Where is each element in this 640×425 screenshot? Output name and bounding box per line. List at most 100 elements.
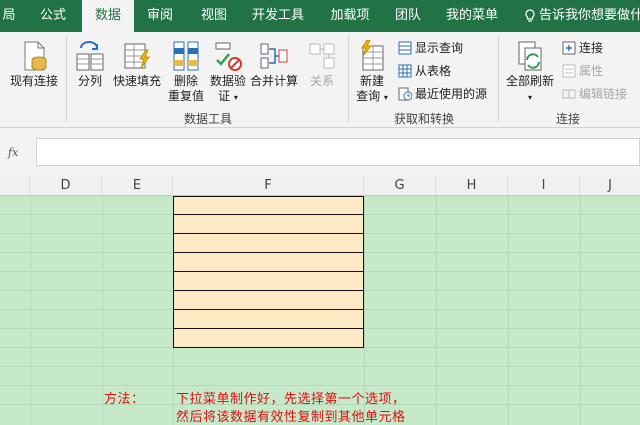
from-table-label: 从表格	[415, 64, 452, 78]
recent-sources-icon	[398, 87, 413, 101]
group-separator	[348, 36, 349, 122]
tab-formulas[interactable]: 公式	[30, 0, 76, 32]
existing-connections-button[interactable]: 现有连接	[8, 40, 60, 89]
consolidate-icon	[260, 43, 288, 69]
new-query-label-2: 查询	[356, 89, 381, 103]
tab-developer[interactable]: 开发工具	[246, 0, 310, 32]
column-header-e[interactable]: E	[102, 176, 173, 196]
table-cell-f3[interactable]	[173, 233, 364, 253]
show-queries-icon	[398, 41, 412, 55]
tab-data[interactable]: 数据	[82, 0, 134, 32]
connections-icon	[562, 41, 576, 55]
relationships-label: 关系	[309, 74, 334, 88]
grid-line	[30, 196, 31, 425]
refresh-all-button[interactable]: 全部刷新 ▾	[502, 40, 558, 105]
edit-links-button[interactable]: 编辑链接	[562, 86, 627, 102]
connections-button[interactable]: 连接	[562, 40, 603, 56]
refresh-all-label: 全部刷新	[505, 74, 554, 88]
recent-sources-button[interactable]: 最近使用的源	[398, 86, 487, 102]
refresh-icon	[518, 41, 542, 71]
table-cell-f7[interactable]	[173, 309, 364, 329]
column-header-d[interactable]: D	[30, 176, 102, 196]
flash-fill-button[interactable]: 快速填充	[110, 40, 164, 89]
properties-label: 属性	[579, 64, 604, 78]
table-cell-f8[interactable]	[173, 328, 364, 348]
chevron-down-icon: ▾	[383, 93, 388, 102]
consolidate-button[interactable]: 合并计算	[250, 40, 298, 89]
data-tools-group-label: 数据工具	[183, 112, 232, 126]
relationships-button[interactable]: 关系	[302, 40, 342, 89]
tell-me-text: 告诉我你想要做什	[539, 8, 640, 23]
remove-duplicates-label-1: 删除	[173, 74, 198, 88]
edit-links-label: 编辑链接	[579, 87, 628, 101]
new-query-button[interactable]: 新建 查询 ▾	[352, 40, 392, 105]
tab-team[interactable]: 团队	[388, 0, 428, 32]
text-to-columns-label: 分列	[77, 74, 102, 88]
connections-group-label: 连接	[555, 112, 580, 126]
data-validation-icon	[215, 42, 242, 71]
lightbulb-icon	[525, 8, 535, 22]
tab-view[interactable]: 视图	[194, 0, 234, 32]
show-queries-button[interactable]: 显示查询	[398, 40, 463, 56]
flash-fill-icon	[124, 43, 150, 69]
connections-label: 连接	[579, 41, 604, 55]
show-queries-label: 显示查询	[415, 41, 464, 55]
worksheet-grid[interactable]: 方法： 下拉菜单制作好，先选择第一个选项， 然后将该数据有效性复制到其他单元格	[0, 196, 640, 425]
data-validation-label-1: 数据验	[209, 74, 246, 88]
tab-review[interactable]: 审阅	[140, 0, 180, 32]
column-header-g[interactable]: G	[364, 176, 436, 196]
text-to-columns-button[interactable]: 分列	[72, 40, 108, 89]
column-header-i[interactable]: I	[508, 176, 580, 196]
tell-me-search[interactable]: 告诉我你想要做什	[524, 0, 640, 32]
consolidate-label: 合并计算	[250, 74, 299, 88]
table-cell-f5[interactable]	[173, 271, 364, 291]
text-to-columns-icon	[76, 41, 104, 71]
existing-connections-label: 现有连接	[9, 74, 58, 88]
ribbon-data: 现有连接 分列 快速填充 删除 重复值 数据验 证 ▾ 合并计算 关系 数据工具…	[0, 32, 640, 128]
data-validation-label-2: 证	[218, 89, 231, 103]
properties-button[interactable]: 属性	[562, 63, 603, 79]
formula-input[interactable]	[36, 138, 640, 166]
tab-page-layout[interactable]: 局	[0, 0, 18, 32]
from-table-button[interactable]: 从表格	[398, 63, 451, 79]
grid-line	[0, 366, 640, 367]
table-cell-f2[interactable]	[173, 214, 364, 234]
table-cell-f6[interactable]	[173, 290, 364, 310]
data-validation-button[interactable]: 数据验 证 ▾	[208, 40, 248, 105]
table-icon	[398, 64, 412, 78]
column-header-h[interactable]: H	[436, 176, 508, 196]
remove-duplicates-label-2: 重复值	[167, 89, 204, 103]
note-label: 方法：	[104, 392, 145, 407]
remove-duplicates-button[interactable]: 删除 重复值	[166, 40, 206, 104]
grid-line	[580, 196, 581, 425]
note-line-2: 然后将该数据有效性复制到其他单元格	[176, 410, 406, 425]
note-line-1: 下拉菜单制作好，先选择第一个选项，	[176, 392, 406, 407]
chevron-down-icon: ▾	[233, 93, 238, 102]
column-header-j[interactable]: J	[580, 176, 640, 196]
edit-links-icon	[562, 89, 576, 99]
grid-line	[102, 196, 103, 425]
remove-duplicates-icon	[173, 41, 199, 71]
relationships-icon	[309, 43, 335, 69]
recent-sources-label: 最近使用的源	[415, 87, 488, 101]
existing-connections-icon	[24, 41, 47, 71]
grid-line	[0, 385, 640, 386]
column-header-c[interactable]	[0, 176, 30, 196]
formula-bar: fx	[0, 128, 640, 176]
grid-line	[436, 196, 437, 425]
column-headers: D E F G H I J	[0, 176, 640, 196]
tab-add-ins[interactable]: 加载项	[324, 0, 376, 32]
fx-icon[interactable]: fx	[8, 146, 18, 159]
new-query-label-1: 新建	[359, 74, 384, 88]
tab-my-menu[interactable]: 我的菜单	[440, 0, 504, 32]
grid-line	[508, 196, 509, 425]
new-query-icon	[361, 40, 384, 71]
properties-icon	[562, 64, 576, 78]
chevron-down-icon: ▾	[527, 93, 532, 102]
group-separator	[498, 36, 499, 122]
column-header-f[interactable]: F	[173, 176, 364, 196]
table-cell-f1[interactable]	[173, 196, 364, 215]
table-cell-f4[interactable]	[173, 252, 364, 272]
ribbon-tab-bar: 局 公式 数据 审阅 视图 开发工具 加载项 团队 我的菜单 告诉我你想要做什	[0, 0, 640, 32]
flash-fill-label: 快速填充	[112, 74, 161, 88]
